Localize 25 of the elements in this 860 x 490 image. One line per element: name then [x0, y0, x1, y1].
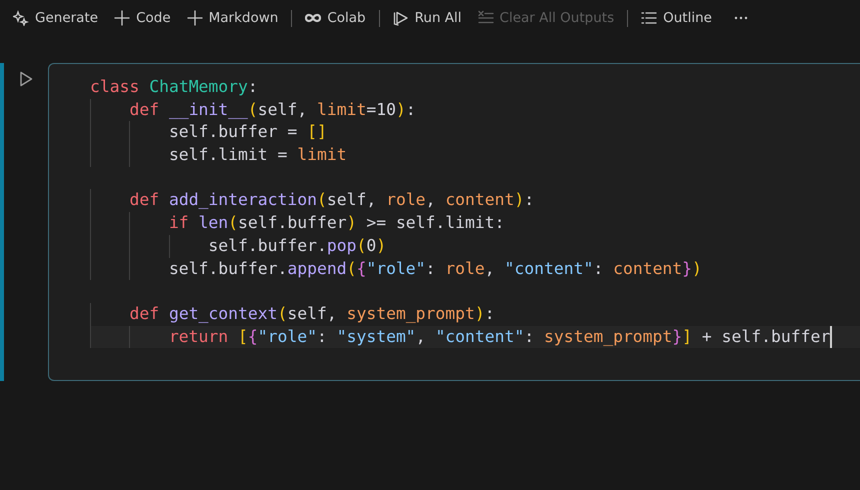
plus-icon: [114, 10, 130, 26]
code-editor[interactable]: [48, 63, 860, 381]
code-line: self.buffer.append({"role": role, "content": content}): [168, 258, 702, 280]
run-cell-icon[interactable]: [19, 71, 33, 87]
sparkle-icon: [13, 10, 29, 26]
list-icon: [641, 10, 658, 26]
run-all-icon: [392, 10, 409, 26]
code-line: if len(self.buffer) >= self.limit:: [168, 212, 504, 234]
code-line: def get_context(self, system_prompt):: [129, 302, 495, 325]
clear-outputs-icon: [478, 10, 494, 26]
toolbar-button[interactable]: Markdown: [182, 7, 284, 29]
toolbar-button[interactable]: Code: [109, 7, 176, 29]
code-line: class ChatMemory:: [90, 76, 258, 98]
toolbar-button[interactable]: Run All: [388, 7, 467, 29]
toolbar-button[interactable]: Generate: [8, 7, 104, 29]
code-line: self.buffer = []: [168, 121, 327, 144]
code-line: def add_interaction(self, role, content):: [129, 189, 534, 212]
plus-icon: [186, 10, 203, 26]
code-line: def __init__(self, limit=10):: [129, 98, 416, 121]
text-cursor: [830, 326, 832, 348]
code-line: return [{"role": "system", "content": system_prompt}] + self.buffer: [168, 326, 830, 348]
toolbar-button[interactable]: Outline: [636, 7, 717, 29]
code-line: self.buffer.pop(0): [208, 234, 386, 257]
code-line: self.limit = limit: [168, 144, 347, 166]
toolbar-button[interactable]: Colab: [300, 7, 371, 29]
